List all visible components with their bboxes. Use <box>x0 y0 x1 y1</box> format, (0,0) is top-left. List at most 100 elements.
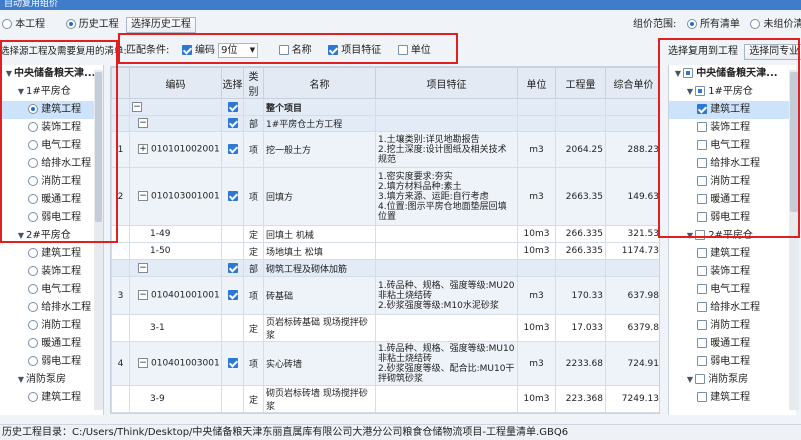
source-tree-node[interactable]: 电气工程 <box>0 281 103 299</box>
code-digits-select[interactable]: 9位 ▼ <box>218 42 259 58</box>
source-tree-node[interactable]: 消防工程 <box>0 173 103 191</box>
source-tree-node[interactable]: ▼ 中央储备粮天津... <box>0 65 103 83</box>
target-tree-node[interactable]: 弱电工程 <box>669 353 796 371</box>
row-select-checkbox[interactable] <box>227 101 238 112</box>
target-tree-node[interactable]: 电气工程 <box>669 137 796 155</box>
target-checkbox[interactable] <box>697 284 707 294</box>
expand-toggle-icon[interactable]: ▼ <box>4 65 14 83</box>
source-tree-node[interactable]: 给排水工程 <box>0 155 103 173</box>
source-radio[interactable] <box>28 392 38 402</box>
source-tree-node[interactable]: 暖通工程 <box>0 335 103 353</box>
target-checkbox[interactable] <box>697 122 707 132</box>
target-checkbox[interactable] <box>697 356 707 366</box>
target-checkbox[interactable] <box>697 194 707 204</box>
feature-checkbox-label[interactable]: 项目特征 <box>341 45 381 56</box>
target-tree-node[interactable]: 暖通工程 <box>669 335 796 353</box>
collapse-icon[interactable]: − <box>138 118 148 129</box>
table-row[interactable]: 1-50 定场地填土 松填 10m3 266.335 1174.73 <box>111 242 659 260</box>
target-checkbox[interactable] <box>697 320 707 330</box>
expand-toggle-icon[interactable]: ▼ <box>685 83 695 101</box>
source-radio[interactable] <box>28 158 38 168</box>
row-select-checkbox[interactable] <box>227 144 238 155</box>
table-row[interactable]: 1-49 定回填土 机械 10m3 266.335 321.53 <box>111 225 659 243</box>
collapse-icon[interactable]: − <box>138 262 148 273</box>
target-tree-node[interactable]: 装饰工程 <box>669 263 796 281</box>
source-radio[interactable] <box>28 302 38 312</box>
target-checkbox[interactable] <box>697 212 707 222</box>
table-row[interactable]: − 部砌筑工程及砌体加筋 <box>111 259 659 277</box>
column-header[interactable]: 单位 <box>517 67 556 99</box>
expand-toggle-icon[interactable]: ▼ <box>685 371 695 389</box>
table-row[interactable]: − 整个项目 <box>111 98 659 116</box>
target-tree-node[interactable]: 建筑工程 <box>669 245 796 263</box>
radio-scope-all[interactable] <box>686 19 697 29</box>
collapse-icon[interactable]: − <box>132 101 142 112</box>
source-tree-node[interactable]: 建筑工程 <box>0 389 103 407</box>
source-tree-node[interactable]: 弱电工程 <box>0 209 103 227</box>
target-tree-node[interactable]: 建筑工程 <box>669 389 796 407</box>
left-scrollbar-thumb[interactable] <box>95 72 102 222</box>
column-header[interactable] <box>111 67 130 99</box>
table-row[interactable]: 3-9 定砌页岩标砖墙 现场搅拌砂浆 10m3 223.368 7249.13 <box>111 385 659 413</box>
source-radio[interactable] <box>28 122 38 132</box>
source-tree-node[interactable]: 装饰工程 <box>0 119 103 137</box>
radio-this-project[interactable] <box>2 19 12 29</box>
name-checkbox[interactable] <box>278 45 289 55</box>
column-header[interactable]: 工程量 <box>555 67 606 99</box>
target-tree-node[interactable]: 消防工程 <box>669 317 796 335</box>
target-checkbox[interactable] <box>697 392 707 402</box>
row-select-checkbox[interactable] <box>227 358 238 369</box>
source-tree-node[interactable]: 消防工程 <box>0 317 103 335</box>
target-tree-node[interactable]: 装饰工程 <box>669 119 796 137</box>
radio-history-project-label[interactable]: 历史工程 <box>79 19 119 30</box>
column-header[interactable]: 名称 <box>263 67 376 99</box>
row-select-checkbox[interactable] <box>227 191 238 202</box>
source-radio[interactable] <box>28 320 38 330</box>
target-checkbox[interactable] <box>697 338 707 348</box>
collapse-icon[interactable]: − <box>138 358 148 369</box>
source-radio[interactable] <box>28 212 38 222</box>
source-radio[interactable] <box>28 140 38 150</box>
source-radio[interactable] <box>28 248 38 258</box>
source-radio[interactable] <box>28 194 38 204</box>
source-tree-node[interactable]: ▼ 消防泵房 <box>0 371 103 389</box>
column-header[interactable]: 类别 <box>243 67 264 99</box>
expand-icon[interactable]: + <box>138 144 148 155</box>
target-tree-node[interactable]: ▼ 中央储备粮天津... <box>669 65 796 83</box>
right-tree-scrollbar[interactable] <box>789 70 799 410</box>
target-checkbox[interactable] <box>697 176 707 186</box>
target-checkbox[interactable] <box>695 86 705 96</box>
source-tree-node[interactable]: 建筑工程 <box>0 245 103 263</box>
target-tree-node[interactable]: 弱电工程 <box>669 209 796 227</box>
source-tree-node[interactable]: ▼ 1#平房仓 <box>0 83 103 101</box>
feature-checkbox[interactable] <box>328 45 339 55</box>
target-tree-node[interactable]: 给排水工程 <box>669 155 796 173</box>
source-tree-node[interactable]: ▼ 2#平房仓 <box>0 227 103 245</box>
table-row[interactable]: 1 +010101002001 项挖一般土方 1.土壤类别:详见地勘报告 2.挖土深度… <box>111 131 659 168</box>
source-tree-node[interactable]: 暖通工程 <box>0 191 103 209</box>
target-checkbox[interactable] <box>697 104 707 114</box>
row-select-checkbox[interactable] <box>227 290 238 301</box>
collapse-icon[interactable]: − <box>138 191 148 202</box>
right-scrollbar-thumb[interactable] <box>790 72 798 212</box>
target-checkbox[interactable] <box>697 140 707 150</box>
bill-items-grid[interactable]: 编码 选择 类别 名称 项目特征 单位 工程量 综合单价 − 整个项目 − 部 1#平房仓土方工程 1 +… <box>110 66 660 414</box>
source-radio[interactable] <box>28 356 38 366</box>
column-header[interactable]: 项目特征 <box>375 67 518 99</box>
target-checkbox[interactable] <box>683 68 693 78</box>
source-radio[interactable] <box>28 104 38 114</box>
target-checkbox[interactable] <box>695 230 705 240</box>
source-tree-node[interactable]: 电气工程 <box>0 137 103 155</box>
target-checkbox[interactable] <box>697 266 707 276</box>
target-tree-node[interactable]: 消防工程 <box>669 173 796 191</box>
row-select-checkbox[interactable] <box>227 262 238 273</box>
table-row[interactable]: 2−010103001001 项回填方 1.密实度要求:夯实 2.填方材料品种:素土… <box>111 167 659 226</box>
name-checkbox-label[interactable]: 名称 <box>292 45 312 56</box>
select-same-discipline-button[interactable]: 选择同专业 <box>744 44 801 60</box>
column-header[interactable]: 选择 <box>221 67 244 99</box>
target-checkbox[interactable] <box>697 158 707 168</box>
table-row[interactable]: 3−010401001001 项砖基础 1.砖品种、规格、强度等级:MU20非粘土烧… <box>111 276 659 315</box>
target-checkbox[interactable] <box>695 374 705 384</box>
source-radio[interactable] <box>28 338 38 348</box>
expand-toggle-icon[interactable]: ▼ <box>16 371 26 389</box>
